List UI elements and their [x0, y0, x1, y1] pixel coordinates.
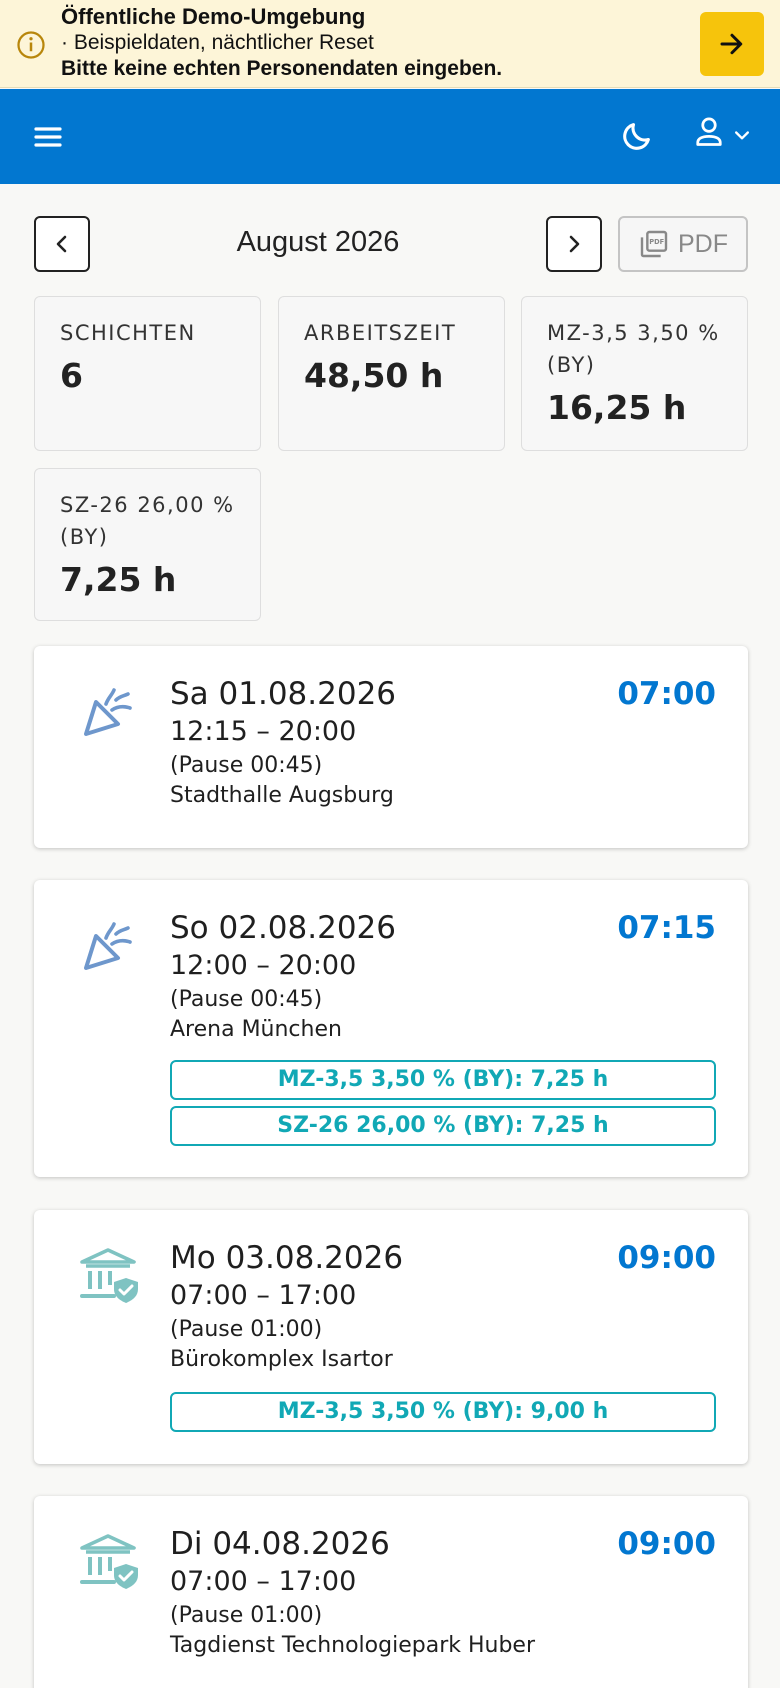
stat-label: ARBEITSZEIT [304, 321, 457, 345]
app-bar [0, 89, 780, 184]
arrow-right-icon [720, 33, 743, 55]
banner-title: Öffentliche Demo-Umgebung [61, 4, 366, 29]
shift-card[interactable]: Di 04.08.2026 09:00 07:00 – 17:00 (Pause… [34, 1496, 748, 1688]
bank-shield-icon [80, 1534, 138, 1589]
shift-location: Tagdienst Technologiepark Huber [170, 1633, 535, 1658]
party-popper-icon [84, 688, 132, 736]
info-icon [17, 31, 45, 59]
pdf-export-button[interactable]: PDF PDF [618, 216, 748, 272]
shift-card[interactable]: So 02.08.2026 07:15 12:00 – 20:00 (Pause… [34, 880, 748, 1177]
surcharge-chip: SZ-26 26,00 % (BY): 7,25 h [170, 1106, 716, 1146]
stat-label-line: (BY) [60, 525, 109, 549]
shift-total-hours: 07:00 [617, 676, 716, 712]
svg-text:PDF: PDF [649, 238, 664, 246]
banner-subtitle: · Beispieldaten, nächtlicher Reset [61, 31, 374, 54]
shift-date: Di 04.08.2026 [170, 1526, 390, 1562]
stat-card-sz-surcharge: SZ-26 26,00 % (BY) 7,25 h [34, 468, 261, 621]
shift-time-range: 12:00 – 20:00 [170, 950, 357, 981]
shift-time-range: 07:00 – 17:00 [170, 1566, 357, 1597]
stat-label-line: SZ-26 26,00 % [60, 493, 235, 517]
shift-total-hours: 07:15 [617, 910, 716, 946]
bank-shield-icon [80, 1248, 138, 1303]
shift-total-hours: 09:00 [617, 1240, 716, 1276]
shift-pause: (Pause 00:45) [170, 987, 323, 1012]
chevron-down-icon [735, 131, 749, 140]
shift-pause: (Pause 01:00) [170, 1603, 323, 1628]
stat-label-line: MZ-3,5 3,50 % [547, 321, 720, 345]
hamburger-menu-icon[interactable] [32, 121, 64, 153]
shift-pause: (Pause 00:45) [170, 753, 323, 778]
shift-time-range: 07:00 – 17:00 [170, 1280, 357, 1311]
shift-total-hours: 09:00 [617, 1526, 716, 1562]
shift-pause: (Pause 01:00) [170, 1317, 323, 1342]
party-popper-icon [84, 922, 132, 970]
banner-action-button[interactable] [700, 12, 764, 76]
pdf-file-icon: PDF [640, 230, 668, 258]
stat-value: 6 [60, 356, 83, 395]
stat-value: 48,50 h [304, 356, 444, 395]
moon-icon[interactable] [620, 119, 654, 153]
surcharge-chip: MZ-3,5 3,50 % (BY): 9,00 h [170, 1392, 716, 1432]
shift-location: Bürokomplex Isartor [170, 1347, 393, 1372]
stat-value: 16,25 h [547, 388, 687, 427]
shift-date: Mo 03.08.2026 [170, 1240, 404, 1276]
shift-card[interactable]: Sa 01.08.2026 07:00 12:15 – 20:00 (Pause… [34, 646, 748, 848]
stat-label: SCHICHTEN [60, 321, 196, 345]
chevron-right-icon [569, 235, 580, 253]
stat-card-working-time: ARBEITSZEIT 48,50 h [278, 296, 505, 451]
surcharge-chip: MZ-3,5 3,50 % (BY): 7,25 h [170, 1060, 716, 1100]
stat-label: MZ-3,5 3,50 % (BY) [547, 317, 723, 381]
stat-card-mz-surcharge: MZ-3,5 3,50 % (BY) 16,25 h [521, 296, 748, 451]
stat-label-line: (BY) [547, 353, 596, 377]
user-icon [696, 117, 722, 146]
stat-value: 7,25 h [60, 560, 177, 599]
account-menu-button[interactable] [694, 115, 758, 155]
chevron-left-icon [56, 235, 67, 253]
banner-text: Öffentliche Demo-Umgebung · Beispieldate… [61, 4, 681, 82]
previous-month-button[interactable] [34, 216, 90, 272]
shift-location: Arena München [170, 1017, 342, 1042]
shift-time-range: 12:15 – 20:00 [170, 716, 357, 747]
shift-date: Sa 01.08.2026 [170, 676, 397, 712]
stat-label: SZ-26 26,00 % (BY) [60, 489, 236, 553]
month-title: August 2026 [236, 226, 400, 258]
pdf-button-label: PDF [678, 229, 728, 258]
shift-date: So 02.08.2026 [170, 910, 396, 946]
shift-location: Stadthalle Augsburg [170, 783, 394, 808]
next-month-button[interactable] [546, 216, 602, 272]
shift-card[interactable]: Mo 03.08.2026 09:00 07:00 – 17:00 (Pause… [34, 1210, 748, 1464]
banner-warning: Bitte keine echten Personendaten eingebe… [61, 57, 503, 80]
stat-card-shifts: SCHICHTEN 6 [34, 296, 261, 451]
demo-banner: Öffentliche Demo-Umgebung · Beispieldate… [0, 0, 780, 88]
